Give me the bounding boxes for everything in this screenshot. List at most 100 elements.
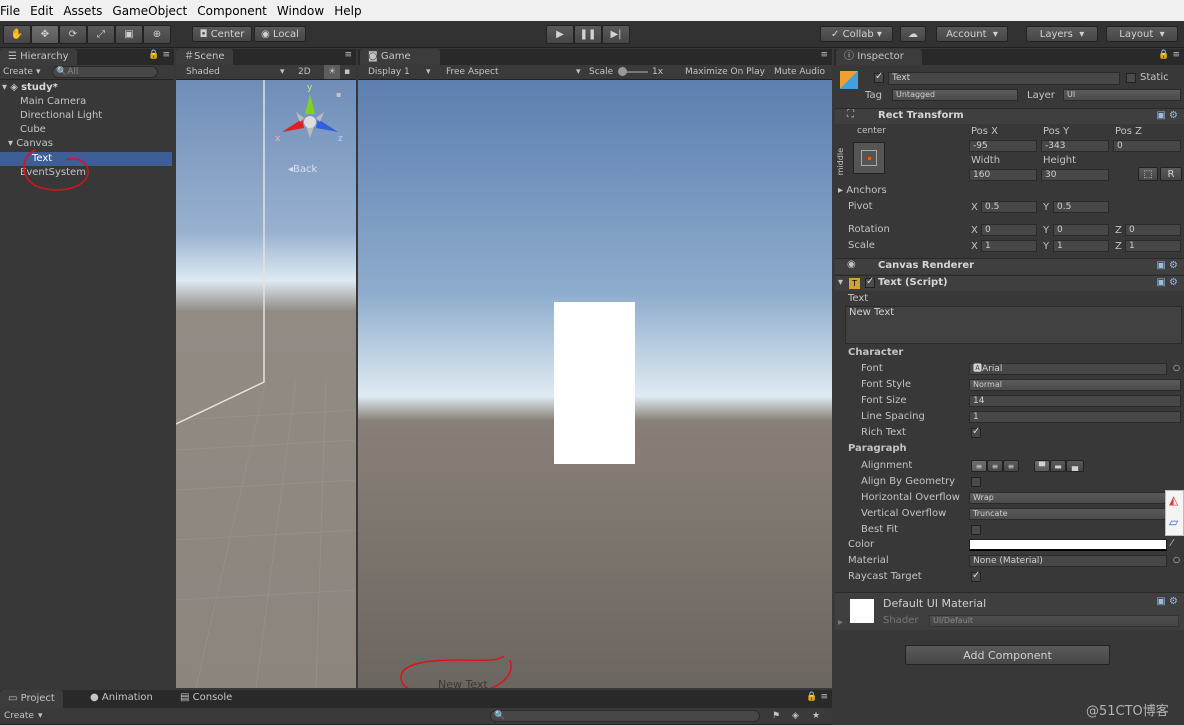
lock-icon[interactable]: ▪ bbox=[336, 90, 341, 99]
tab-console[interactable]: ▤ Console bbox=[180, 692, 232, 703]
blueprint-mode-button[interactable]: ⬚ bbox=[1138, 167, 1158, 181]
rot-y-field[interactable]: 0 bbox=[1053, 224, 1109, 236]
move-tool-button[interactable]: ✥ bbox=[31, 25, 59, 44]
font-style-dropdown[interactable]: Normal bbox=[969, 379, 1181, 391]
hierarchy-item-main-camera[interactable]: Main Camera bbox=[0, 95, 172, 109]
tab-animation[interactable]: ● Animation bbox=[90, 692, 153, 703]
tab-game[interactable]: ◙ Game bbox=[360, 49, 440, 65]
font-size-field[interactable]: 14 bbox=[969, 395, 1181, 407]
align-center-button[interactable]: ≡ bbox=[987, 460, 1003, 472]
align-geometry-checkbox[interactable] bbox=[971, 477, 981, 487]
mute-audio-toggle[interactable]: Mute Audio bbox=[774, 65, 825, 79]
panel-menu-icon[interactable]: ≡ bbox=[344, 50, 352, 60]
canvas-renderer-header[interactable]: ◉ Canvas Renderer ▣ ⚙ bbox=[835, 258, 1184, 274]
tab-hierarchy[interactable]: ☰ Hierarchy bbox=[0, 49, 77, 65]
folder-icon[interactable]: ▱ bbox=[1169, 515, 1178, 529]
align-top-button[interactable]: ▀ bbox=[1034, 460, 1050, 472]
settings-gear-icon[interactable]: ▣ ⚙ bbox=[1156, 596, 1178, 607]
menu-help[interactable]: Help bbox=[334, 4, 361, 18]
pause-button[interactable]: ❚❚ bbox=[574, 25, 602, 44]
pivot-center-button[interactable]: ◘ Center bbox=[192, 26, 252, 42]
maximize-on-play-toggle[interactable]: Maximize On Play bbox=[685, 65, 765, 79]
material-field[interactable]: None (Material) bbox=[969, 555, 1167, 567]
transform-tool-button[interactable]: ⊕ bbox=[143, 25, 171, 44]
play-button[interactable]: ▶ bbox=[546, 25, 574, 44]
hierarchy-item-directional-light[interactable]: Directional Light bbox=[0, 109, 172, 123]
anchors-foldout[interactable]: ▸ Anchors bbox=[838, 185, 887, 196]
panel-menu-icon[interactable]: 🔒 ≡ bbox=[1158, 50, 1180, 60]
rect-tool-button[interactable]: ▣ bbox=[115, 25, 143, 44]
scale-tool-button[interactable]: ⤢ bbox=[87, 25, 115, 44]
tag-dropdown[interactable]: Untagged bbox=[892, 89, 1018, 101]
scale-z-field[interactable]: 1 bbox=[1125, 240, 1181, 252]
eyedropper-icon[interactable]: ⁄ bbox=[1171, 538, 1173, 549]
scale-x-field[interactable]: 1 bbox=[981, 240, 1037, 252]
add-component-button[interactable]: Add Component bbox=[905, 645, 1110, 665]
pivot-y-field[interactable]: 0.5 bbox=[1053, 201, 1109, 213]
scale-slider[interactable] bbox=[618, 67, 648, 76]
text-script-header[interactable]: ▾TText (Script)▣ ⚙ bbox=[835, 275, 1184, 291]
game-viewport[interactable]: New Text bbox=[358, 80, 832, 688]
pivot-local-button[interactable]: ◉ Local bbox=[254, 26, 306, 42]
step-button[interactable]: ▶| bbox=[602, 25, 630, 44]
menu-file[interactable]: File bbox=[0, 4, 20, 18]
color-swatch[interactable] bbox=[969, 539, 1167, 551]
font-field[interactable]: 🅰Arial bbox=[969, 363, 1167, 375]
aspect-dropdown[interactable]: Free Aspect bbox=[446, 65, 499, 79]
width-field[interactable]: 160 bbox=[969, 169, 1037, 181]
align-left-button[interactable]: ≡ bbox=[971, 460, 987, 472]
project-create-dropdown[interactable]: Create bbox=[4, 709, 34, 723]
rot-x-field[interactable]: 0 bbox=[981, 224, 1037, 236]
hierarchy-item-cube[interactable]: Cube bbox=[0, 123, 172, 137]
align-middle-button[interactable]: ▬ bbox=[1050, 460, 1066, 472]
v-overflow-dropdown[interactable]: Truncate bbox=[969, 508, 1169, 520]
tab-project[interactable]: ▭ Project bbox=[0, 690, 63, 708]
menu-assets[interactable]: Assets bbox=[63, 4, 102, 18]
rect-transform-header[interactable]: ⛶ Rect Transform ▣ ⚙ bbox=[835, 108, 1184, 124]
tab-scene[interactable]: ＃Scene bbox=[176, 49, 233, 65]
project-search-input[interactable]: 🔍 bbox=[490, 710, 760, 722]
static-checkbox[interactable] bbox=[1126, 73, 1136, 83]
menu-window[interactable]: Window bbox=[277, 4, 324, 18]
collab-dropdown[interactable]: ✓ Collab ▾ bbox=[820, 26, 893, 42]
audio-toggle-icon[interactable]: ▪ bbox=[344, 65, 350, 79]
cloud-button[interactable]: ☁ bbox=[900, 26, 926, 42]
layer-dropdown[interactable]: UI bbox=[1063, 89, 1181, 101]
layout-dropdown[interactable]: Layout ▾ bbox=[1106, 26, 1178, 42]
posx-field[interactable]: -95 bbox=[969, 140, 1037, 152]
settings-gear-icon[interactable]: ▣ ⚙ bbox=[1156, 260, 1178, 271]
panel-menu-icon[interactable]: 🔒 ≡ bbox=[148, 50, 170, 60]
tab-inspector[interactable]: ⓘ Inspector bbox=[836, 49, 922, 65]
align-bottom-button[interactable]: ▄ bbox=[1066, 460, 1084, 472]
shader-dropdown[interactable]: UI/Default bbox=[929, 615, 1179, 627]
active-checkbox[interactable] bbox=[874, 71, 884, 83]
filter-type-icon[interactable]: ⚑ bbox=[772, 709, 780, 723]
text-area[interactable]: New Text bbox=[845, 306, 1182, 344]
h-overflow-dropdown[interactable]: Wrap bbox=[969, 492, 1169, 504]
anchor-preset-button[interactable] bbox=[853, 142, 885, 174]
raycast-checkbox[interactable] bbox=[971, 570, 981, 582]
scale-y-field[interactable]: 1 bbox=[1053, 240, 1109, 252]
scale-slider-thumb[interactable] bbox=[618, 67, 627, 76]
object-name-input[interactable]: Text bbox=[888, 72, 1120, 85]
hierarchy-search-input[interactable]: 🔍All bbox=[52, 66, 158, 78]
best-fit-checkbox[interactable] bbox=[971, 525, 981, 535]
pivot-x-field[interactable]: 0.5 bbox=[981, 201, 1037, 213]
menu-component[interactable]: Component bbox=[197, 4, 267, 18]
object-picker-icon[interactable]: ○ bbox=[1173, 555, 1180, 564]
create-dropdown[interactable]: Create bbox=[3, 65, 33, 79]
hand-tool-button[interactable]: ✋ bbox=[3, 25, 31, 44]
shading-dropdown[interactable]: Shaded bbox=[186, 65, 220, 79]
material-section[interactable]: Default UI Material ▸ Shader UI/Default … bbox=[835, 592, 1184, 630]
posy-field[interactable]: -343 bbox=[1041, 140, 1109, 152]
menu-gameobject[interactable]: GameObject bbox=[112, 4, 187, 18]
settings-gear-icon[interactable]: ▣ ⚙ bbox=[1156, 277, 1178, 288]
account-dropdown[interactable]: Account ▾ bbox=[936, 26, 1008, 42]
paint-icon[interactable]: ◭ bbox=[1169, 493, 1178, 507]
lighting-toggle-icon[interactable]: ☀ bbox=[324, 65, 341, 79]
rich-text-checkbox[interactable] bbox=[971, 426, 981, 438]
display-dropdown[interactable]: Display 1 bbox=[368, 65, 410, 79]
scene-viewport[interactable]: y x z ▪ ◂Back bbox=[176, 80, 356, 688]
settings-gear-icon[interactable]: ▣ ⚙ bbox=[1156, 110, 1178, 121]
rot-z-field[interactable]: 0 bbox=[1125, 224, 1181, 236]
